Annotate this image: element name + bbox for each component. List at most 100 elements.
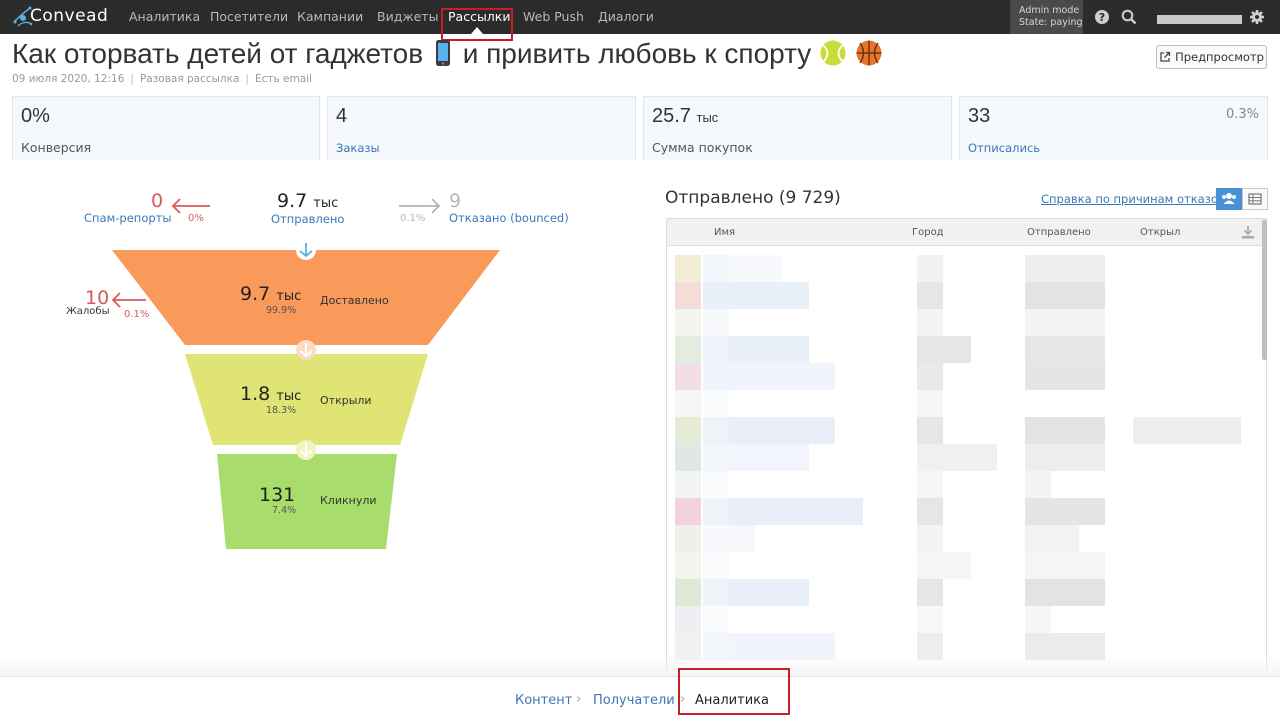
- delivered-label: Доставлено: [320, 294, 389, 307]
- bounced-link[interactable]: Отказано (bounced): [449, 211, 569, 225]
- table-row[interactable]: [675, 336, 1253, 363]
- redacted-cell: [917, 282, 943, 309]
- redacted-cell: [703, 309, 729, 336]
- stat-percent: 0.3%: [1225, 107, 1259, 122]
- sent-link[interactable]: Отправлено: [271, 212, 344, 226]
- redacted-cell: [703, 282, 729, 309]
- funnel-stage-opened: [185, 354, 428, 445]
- orders-link[interactable]: Заказы: [336, 141, 380, 155]
- opened-unit: тыс: [276, 389, 302, 404]
- opened-label: Открыли: [320, 394, 372, 407]
- column-header-sent[interactable]: Отправлено: [1027, 227, 1091, 238]
- opened-value: 1.8: [240, 383, 271, 405]
- step-breadcrumb: Контент › Получатели › Аналитика: [0, 676, 1280, 718]
- column-header-opened[interactable]: Открыл: [1140, 227, 1180, 238]
- opened-count: 1.8 тыс: [240, 383, 301, 405]
- highlight-analytics-frame: [678, 668, 790, 715]
- title-text-part1: Как оторвать детей от гаджетов: [12, 38, 424, 69]
- table-icon: [1248, 193, 1262, 205]
- column-header-name[interactable]: Имя: [714, 227, 735, 238]
- admin-mode-badge[interactable]: Admin mode State: paying: [1010, 0, 1083, 34]
- admin-state-text: State: paying: [1019, 17, 1083, 28]
- stat-value: 25.7 тыс: [652, 105, 718, 128]
- table-row[interactable]: [675, 498, 1253, 525]
- stat-card-conversion: 0% Конверсия: [12, 96, 320, 160]
- redacted-cell: [729, 336, 809, 363]
- table-row[interactable]: [675, 282, 1253, 309]
- down-arrow-icon: [296, 440, 316, 460]
- sent-value: 9.7: [277, 190, 308, 212]
- table-row[interactable]: [675, 255, 1253, 282]
- gear-icon[interactable]: [1249, 9, 1265, 25]
- nav-item-visitors[interactable]: Посетители: [210, 9, 288, 24]
- table-row[interactable]: [675, 390, 1253, 417]
- avatar: [675, 552, 701, 579]
- highlight-mailings-frame: [441, 8, 513, 41]
- arrow-right-icon: [399, 198, 441, 214]
- table-row[interactable]: [675, 525, 1253, 552]
- table-row[interactable]: [675, 363, 1253, 390]
- spam-reports-link[interactable]: Спам-репорты: [84, 211, 171, 225]
- table-row[interactable]: [675, 309, 1253, 336]
- nav-item-analytics[interactable]: Аналитика: [129, 9, 200, 24]
- nav-item-web-push[interactable]: Web Push: [523, 9, 584, 24]
- redacted-cell: [1025, 363, 1105, 390]
- external-link-icon: [1160, 51, 1171, 62]
- tennis-ball-icon: [820, 40, 846, 66]
- preview-button[interactable]: Предпросмотр: [1156, 45, 1267, 69]
- sent-unit: тыс: [313, 196, 339, 211]
- nav-item-campaigns[interactable]: Кампании: [297, 9, 363, 24]
- clicked-percent: 7.4%: [272, 505, 297, 516]
- avatar: [675, 444, 701, 471]
- brand-name[interactable]: Convead: [30, 6, 108, 26]
- spam-percent: 0%: [188, 213, 204, 224]
- people-view-button[interactable]: [1216, 188, 1242, 210]
- redacted-cell: [729, 363, 835, 390]
- avatar: [675, 309, 701, 336]
- redacted-cell: [917, 606, 943, 633]
- clicked-label: Кликнули: [320, 494, 377, 507]
- table-row[interactable]: [675, 471, 1253, 498]
- redacted-cell: [917, 444, 997, 471]
- table-row[interactable]: [675, 417, 1253, 444]
- stat-value-number: 25.7: [652, 105, 691, 127]
- table-row[interactable]: [675, 606, 1253, 633]
- redacted-cell: [1025, 606, 1051, 633]
- table-row[interactable]: [675, 552, 1253, 579]
- help-icon[interactable]: ?: [1094, 9, 1110, 25]
- crumb-content[interactable]: Контент: [515, 693, 572, 708]
- redacted-cell: [729, 282, 809, 309]
- redacted-cell: [703, 390, 729, 417]
- redacted-cell: [729, 498, 863, 525]
- mailing-audience: Есть email: [254, 73, 312, 85]
- bounced-percent: 0.1%: [400, 213, 426, 224]
- funnel-chart: [112, 240, 500, 549]
- redacted-cell: [1025, 417, 1105, 444]
- unsubscribed-link[interactable]: Отписались: [968, 141, 1040, 155]
- redacted-cell: [703, 255, 729, 282]
- stat-label: Конверсия: [21, 140, 92, 155]
- table-row[interactable]: [675, 579, 1253, 606]
- user-account-menu[interactable]: [1157, 15, 1242, 24]
- search-icon[interactable]: [1121, 9, 1137, 25]
- avatar: [675, 471, 701, 498]
- table-view-button[interactable]: [1242, 188, 1268, 210]
- table-row[interactable]: [675, 444, 1253, 471]
- redacted-cell: [703, 606, 729, 633]
- table-scrollbar[interactable]: [1262, 220, 1267, 360]
- redacted-cell: [917, 255, 943, 282]
- download-icon[interactable]: [1241, 225, 1255, 239]
- redacted-cell: [729, 255, 783, 282]
- nav-item-dialogs[interactable]: Диалоги: [598, 9, 654, 24]
- mailing-date: 09 июля 2020, 12:16: [12, 73, 125, 85]
- nav-item-widgets[interactable]: Виджеты: [377, 9, 438, 24]
- bounce-reasons-help-link[interactable]: Справка по причинам отказов: [1041, 192, 1225, 206]
- delivered-unit: тыс: [276, 289, 302, 304]
- crumb-recipients[interactable]: Получатели: [593, 693, 675, 708]
- basketball-icon: [856, 40, 882, 66]
- avatar: [675, 606, 701, 633]
- delivered-count: 9.7 тыс: [240, 283, 301, 305]
- redacted-cell: [703, 579, 729, 606]
- column-header-city[interactable]: Город: [912, 227, 944, 238]
- stat-value-unit: тыс: [696, 110, 719, 125]
